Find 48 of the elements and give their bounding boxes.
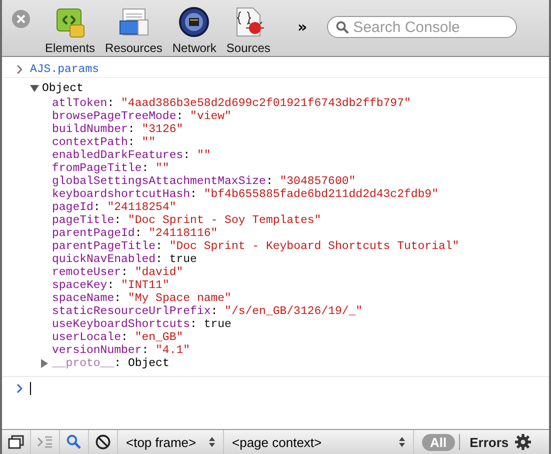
object-property: spaceKey: "INT11": [51, 279, 170, 292]
object-property: versionNumber: "4.1": [51, 344, 192, 357]
updown-arrows-icon: [399, 436, 405, 448]
prompt-list-icon: [37, 434, 53, 450]
object-property: parentPageId: "24118116": [51, 227, 219, 240]
object-property: staticResourceUrlPrefix: "/s/en_GB/3126/19/_": [51, 305, 364, 318]
updown-arrows-icon: [209, 436, 215, 448]
text-cursor: [30, 382, 31, 395]
object-property: globalSettingsAttachmentMaxSize: "304857600": [51, 175, 357, 188]
object-property: keyboardshortcutHash: "bf4b655885fade6bd211dd2d43c2fdb9": [51, 188, 440, 201]
window-icon: [8, 434, 24, 450]
object-property: useKeyboardShortcuts: true: [51, 318, 232, 331]
object-property: userLocale: "en_GB": [51, 331, 184, 344]
panel-tab[interactable]: Elements: [40, 6, 100, 55]
panel-tab[interactable]: Sources: [221, 6, 276, 55]
disclosure-triangle-icon[interactable]: [30, 84, 39, 93]
object-property: atlToken: "4aad386b3e58d2d699c2f01921f6743db2ffb797": [51, 97, 412, 110]
object-property: remoteUser: "david": [51, 266, 184, 279]
frame-select[interactable]: <top frame>: [118, 430, 224, 454]
object-property: pageId: "24118254": [51, 201, 178, 214]
settings-icon[interactable]: [514, 434, 531, 450]
object-property: __proto__: Object: [52, 357, 170, 370]
panel-tab[interactable]: Resources: [100, 6, 168, 55]
object-property: fromPageTitle: "": [51, 162, 170, 175]
no-entry-icon: [95, 434, 111, 450]
context-select[interactable]: <page context>: [224, 430, 414, 454]
object-property: spaceName: "My Space name": [51, 292, 232, 305]
panel-tab[interactable]: Network: [167, 6, 222, 55]
code-tag-icon: [54, 6, 86, 38]
search-icon: [66, 434, 82, 450]
console-command: AJS.params: [30, 62, 100, 76]
object-property: pageTitle: "Doc Sprint - Soy Templates": [51, 214, 322, 227]
object-property: contextPath: "": [51, 136, 157, 149]
prompt-chevron-icon: [17, 384, 22, 393]
object-property: buildNumber: "3126": [51, 123, 184, 136]
object-label: Object: [42, 82, 84, 95]
object-property: browsePageTreeMode: "view": [51, 110, 232, 123]
object-property: enabledDarkFeatures: "": [51, 149, 212, 162]
object-property: quickNavEnabled: true: [51, 253, 198, 266]
more-panels-button[interactable]: »: [297, 18, 308, 36]
globe-icon: [178, 6, 210, 38]
search-field[interactable]: Search Console: [327, 16, 518, 38]
disclosure-triangle-icon[interactable]: [40, 359, 49, 368]
documents-icon: [118, 6, 150, 38]
prompt-chevron-icon: [17, 64, 22, 74]
close-icon[interactable]: [12, 10, 30, 28]
filter-tab[interactable]: Errors: [466, 434, 513, 450]
object-property: parentPageTitle: "Doc Sprint - Keyboard Shortcuts Tutorial": [51, 240, 460, 253]
